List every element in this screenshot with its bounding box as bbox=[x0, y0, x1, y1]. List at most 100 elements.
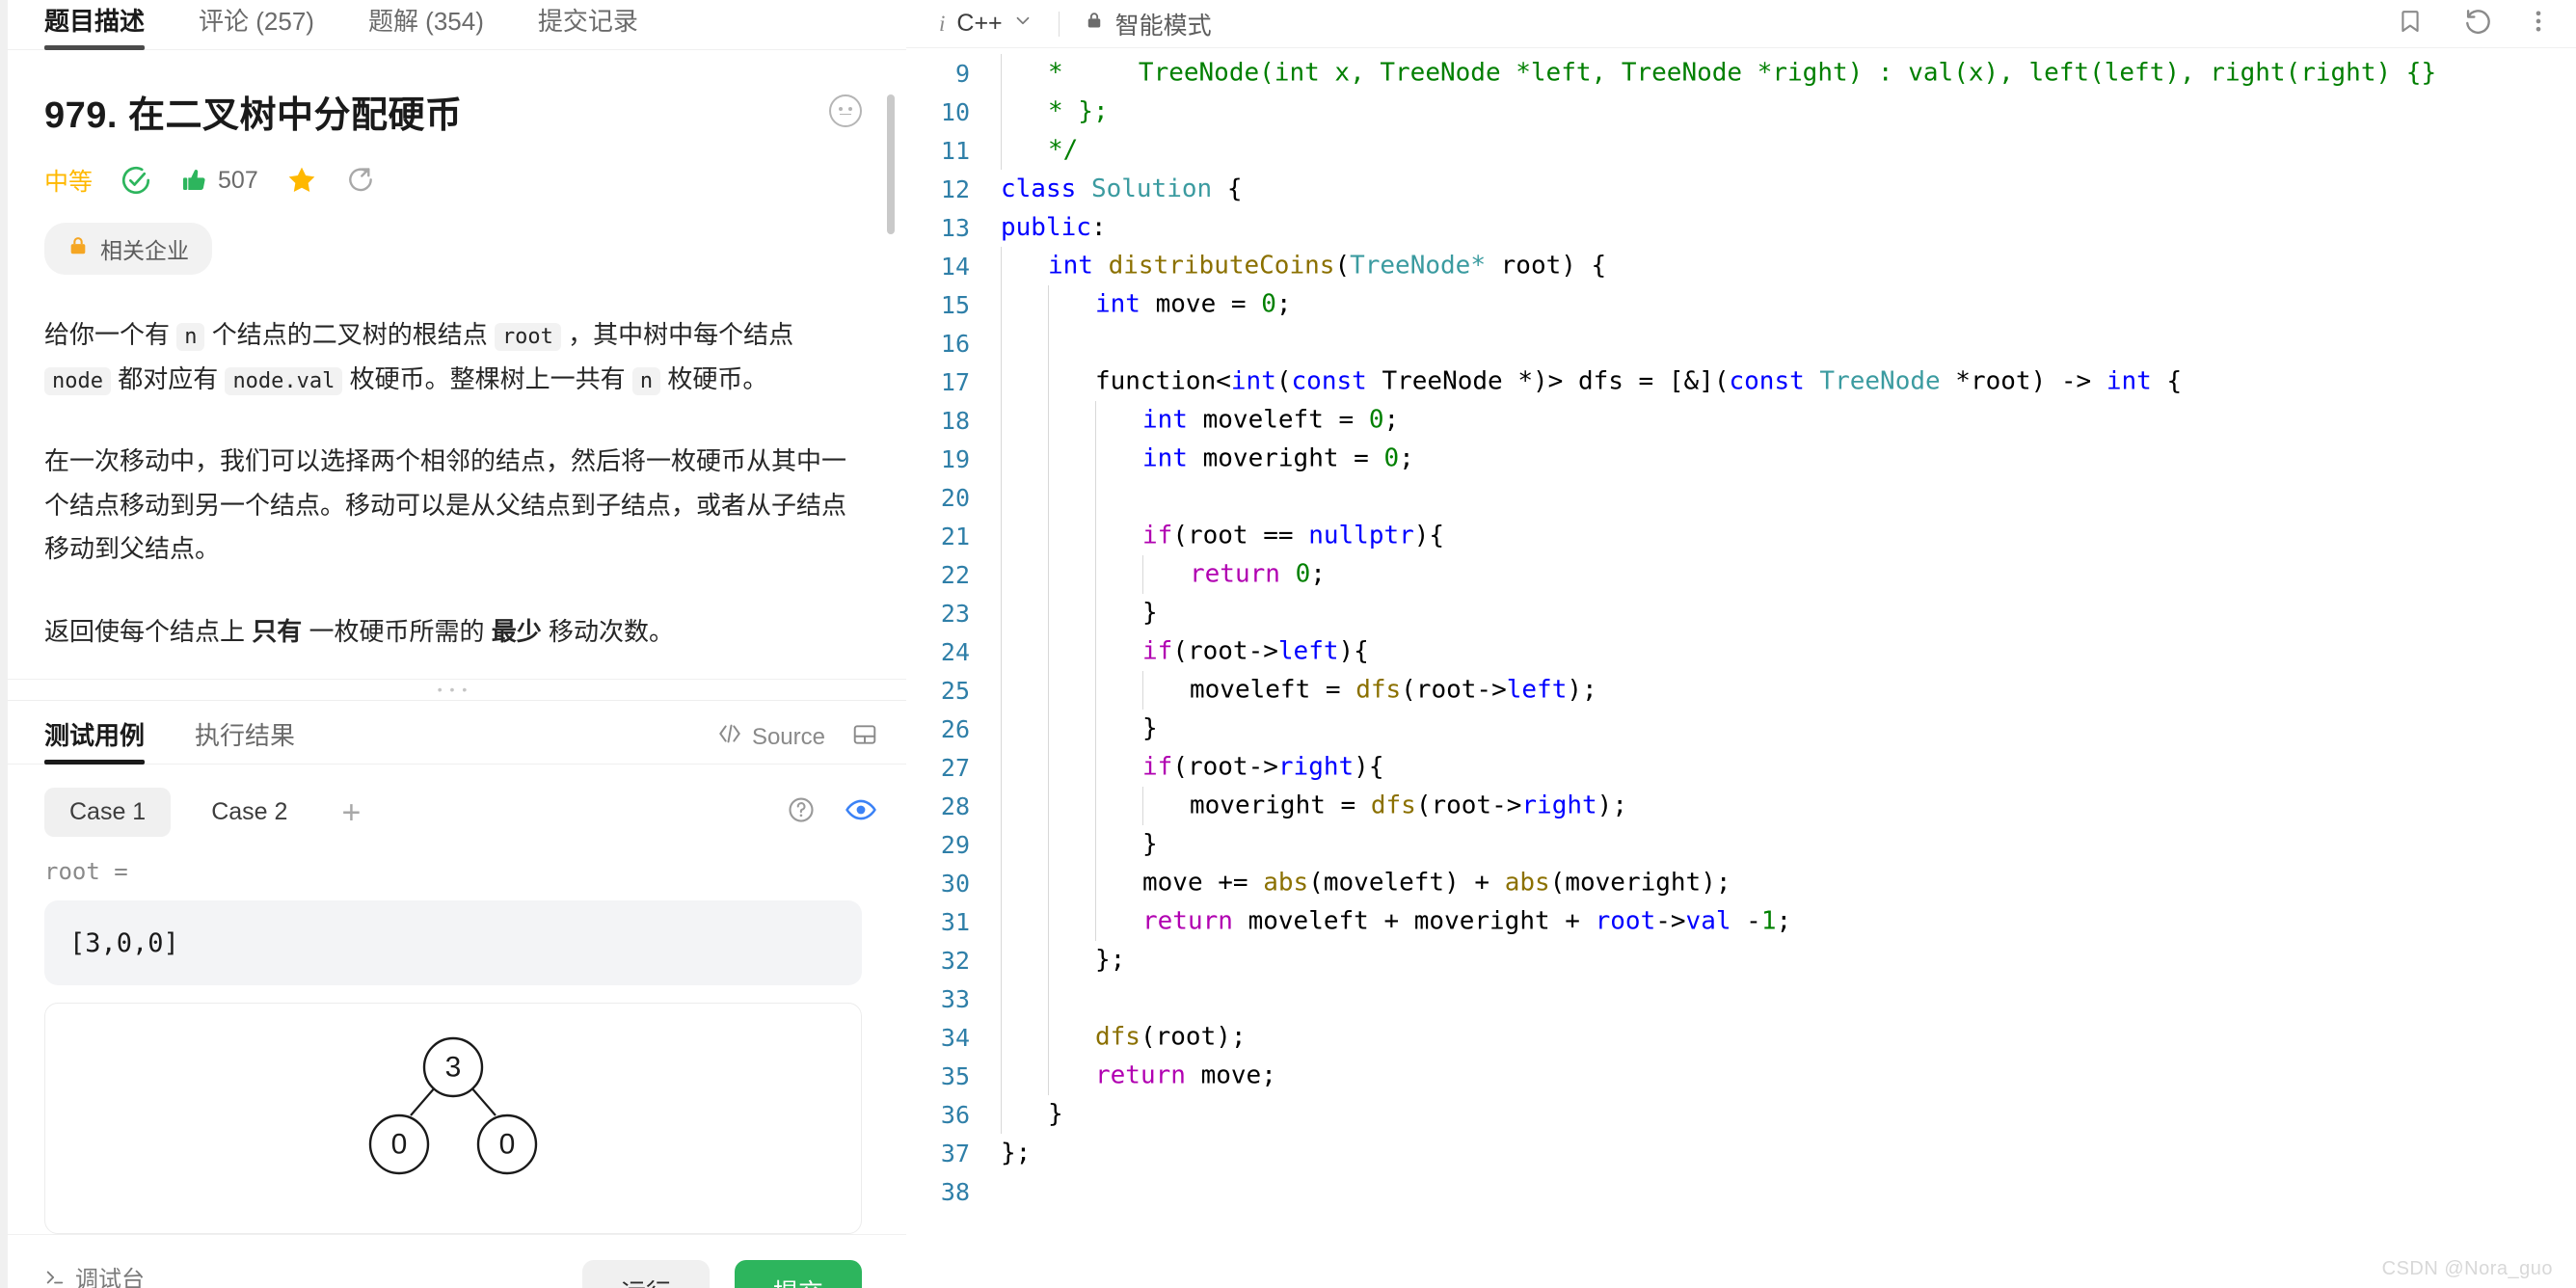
indent-guide bbox=[1001, 710, 1049, 748]
like-button[interactable]: 507 bbox=[179, 165, 258, 196]
code-line[interactable]: 32}; bbox=[906, 941, 2576, 979]
code-line[interactable]: 12 class Solution { bbox=[906, 170, 2576, 208]
code-token: { bbox=[1212, 174, 1243, 203]
language-label: C++ bbox=[956, 10, 1003, 37]
add-case-button[interactable]: + bbox=[328, 796, 374, 829]
indent-guide bbox=[1048, 517, 1096, 555]
code-line[interactable]: 24 if(root->left){ bbox=[906, 632, 2576, 671]
smart-mode-toggle[interactable]: 智能模式 bbox=[1085, 7, 1212, 41]
case-chip-2[interactable]: Case 2 bbox=[186, 788, 312, 837]
tab-testcase[interactable]: 测试用例 bbox=[44, 716, 146, 765]
language-selector[interactable]: i C++ bbox=[939, 10, 1033, 38]
code-area[interactable]: 9 * TreeNode(int x, TreeNode *left, TreeN… bbox=[906, 48, 2576, 1288]
line-number: 19 bbox=[940, 444, 970, 473]
reset-code-icon[interactable] bbox=[2464, 7, 2493, 40]
code-line[interactable]: 27 if(root->right){ bbox=[906, 748, 2576, 787]
page-title: 979. 在二叉树中分配硬币 bbox=[44, 95, 463, 136]
related-companies-tag[interactable]: 相关企业 bbox=[44, 223, 212, 275]
help-icon[interactable] bbox=[787, 795, 816, 829]
indent-guide bbox=[1095, 594, 1143, 632]
code-line[interactable]: 34 dfs(root); bbox=[906, 1018, 2576, 1057]
code-line[interactable]: 18 int moveleft = 0; bbox=[906, 401, 2576, 440]
code-line[interactable]: 19 int moveright = 0; bbox=[906, 440, 2576, 478]
more-options-icon[interactable] bbox=[2534, 8, 2543, 40]
code-token: } bbox=[1142, 598, 1158, 628]
code-line[interactable]: 29} bbox=[906, 825, 2576, 864]
indent-guide bbox=[1048, 478, 1096, 517]
code-line[interactable]: 14 int distributeCoins(TreeNode* root) { bbox=[906, 247, 2576, 285]
tab-submissions[interactable]: 提交记录 bbox=[538, 2, 638, 49]
info-icon: i bbox=[939, 11, 946, 36]
code-line[interactable]: 21 if(root == nullptr){ bbox=[906, 517, 2576, 555]
code-editor-panel: i C++ 智能模式 9 * TreeNode(int x, TreeNode … bbox=[906, 0, 2576, 1288]
code-line[interactable]: 36} bbox=[906, 1095, 2576, 1134]
problem-tab-bar: 题目描述 评论 (257) 题解 (354) 提交记录 bbox=[0, 0, 906, 50]
tab-solutions[interactable]: 题解 (354) bbox=[368, 2, 484, 49]
root-input[interactable]: [3,0,0] bbox=[44, 900, 862, 985]
code-line[interactable]: 13 public: bbox=[906, 208, 2576, 247]
code-token: return bbox=[1190, 559, 1280, 589]
left-edge-gutter bbox=[0, 0, 8, 1288]
share-icon[interactable] bbox=[345, 165, 376, 196]
code-token: return bbox=[1142, 906, 1233, 936]
code-token: move += bbox=[1142, 868, 1264, 898]
code-line[interactable]: 20 bbox=[906, 478, 2576, 517]
smiley-icon[interactable] bbox=[829, 94, 862, 127]
code-token: distributeCoins bbox=[1108, 251, 1335, 281]
code-line[interactable]: 10 * }; bbox=[906, 93, 2576, 131]
indent-guide bbox=[1142, 555, 1191, 594]
debug-console-link[interactable]: 调试台 bbox=[44, 1260, 145, 1288]
tab-description[interactable]: 题目描述 bbox=[44, 2, 146, 50]
code-token: left bbox=[1277, 636, 1339, 666]
source-button[interactable]: Source bbox=[717, 723, 825, 751]
indent-guide bbox=[1095, 825, 1143, 864]
line-number: 25 bbox=[940, 676, 970, 705]
line-number: 13 bbox=[940, 213, 970, 242]
code-token: 0 bbox=[1383, 443, 1400, 473]
code-line[interactable]: 38 bbox=[906, 1172, 2576, 1211]
case-chip-1[interactable]: Case 1 bbox=[44, 788, 172, 837]
code-token: abs bbox=[1504, 868, 1550, 898]
code-line[interactable]: 25 moveleft = dfs(root->left); bbox=[906, 671, 2576, 710]
code-line[interactable]: 23} bbox=[906, 594, 2576, 632]
indent-guide bbox=[1142, 671, 1191, 710]
code-line[interactable]: 11 */ bbox=[906, 131, 2576, 170]
submit-button[interactable]: 提交 bbox=[734, 1260, 862, 1288]
code-line[interactable]: 15 int move = 0; bbox=[906, 285, 2576, 324]
code-line[interactable]: 33 bbox=[906, 979, 2576, 1018]
code-line[interactable]: 30 move += abs(moveleft) + abs(moveright)… bbox=[906, 864, 2576, 902]
preview-eye-icon[interactable] bbox=[845, 793, 877, 831]
code-token: if bbox=[1142, 636, 1173, 666]
code-line-text: }; bbox=[995, 1139, 1031, 1167]
tab-comments[interactable]: 评论 (257) bbox=[199, 2, 314, 49]
bookmark-icon[interactable] bbox=[2397, 8, 2424, 40]
layout-toggle-icon[interactable] bbox=[852, 722, 877, 752]
code-line[interactable]: 22 return 0; bbox=[906, 555, 2576, 594]
indent-guide bbox=[1001, 594, 1049, 632]
description-text: 返回使每个结点上 bbox=[44, 616, 253, 646]
code-token: ){ bbox=[1354, 752, 1384, 782]
test-tab-actions: Source bbox=[717, 722, 877, 764]
inline-code: n bbox=[176, 323, 205, 351]
code-token: dfs bbox=[1370, 791, 1416, 820]
favorite-star-icon[interactable] bbox=[285, 164, 318, 197]
code-line[interactable]: 26} bbox=[906, 710, 2576, 748]
case-body: root = [3,0,0] 3 0 0 bbox=[0, 837, 906, 1234]
code-token: } bbox=[1142, 713, 1158, 743]
code-line[interactable]: 9 * TreeNode(int x, TreeNode *left, TreeN… bbox=[906, 54, 2576, 93]
code-line[interactable]: 37}; bbox=[906, 1134, 2576, 1172]
description-paragraph: 在一次移动中，我们可以选择两个相邻的结点，然后将一枚硬币从其中一个结点移动到另一… bbox=[44, 440, 862, 572]
code-line[interactable]: 16 bbox=[906, 324, 2576, 362]
description-scrollbar[interactable] bbox=[887, 94, 895, 234]
code-line[interactable]: 31 return moveleft + moveright + root->va… bbox=[906, 902, 2576, 941]
indent-guide bbox=[1001, 131, 1049, 170]
code-token: return bbox=[1095, 1060, 1186, 1090]
run-button[interactable]: 运行 bbox=[581, 1260, 710, 1288]
code-line[interactable]: 17 function<int(const TreeNode *)> dfs = … bbox=[906, 362, 2576, 401]
solved-check-icon[interactable] bbox=[120, 164, 152, 197]
tab-result[interactable]: 执行结果 bbox=[195, 716, 295, 764]
code-line[interactable]: 35 return move; bbox=[906, 1057, 2576, 1095]
code-token: ; bbox=[1776, 906, 1792, 936]
panel-splitter[interactable] bbox=[0, 670, 906, 710]
code-line[interactable]: 28 moveright = dfs(root->right); bbox=[906, 787, 2576, 825]
